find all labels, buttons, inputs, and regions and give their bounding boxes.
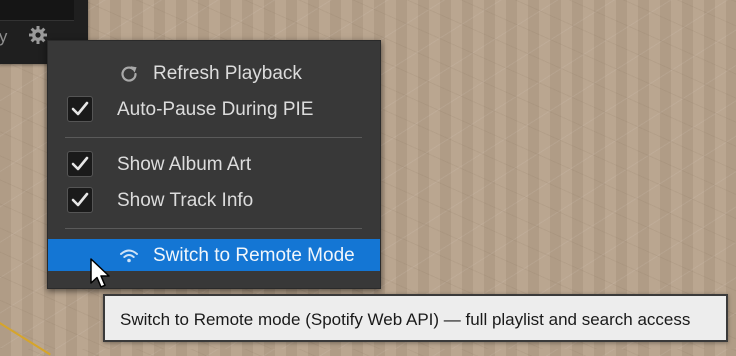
menu-item-label: Show Track Info <box>117 190 254 211</box>
menu-separator <box>65 228 362 229</box>
toolbar-label: ify <box>0 27 8 46</box>
tooltip-text: Switch to Remote mode (Spotify Web API) … <box>120 310 691 329</box>
wifi-icon <box>118 245 140 267</box>
settings-dropdown-menu: Refresh Playback Auto-Pause During PIE S… <box>47 40 381 289</box>
menu-separator <box>65 137 362 138</box>
menu-item-label: Switch to Remote Mode <box>153 245 355 266</box>
mouse-cursor-icon <box>90 258 112 290</box>
viewport-guide-line <box>0 322 51 356</box>
menu-item-show-album-art[interactable]: Show Album Art <box>48 148 380 180</box>
toolbar-strip <box>0 0 74 21</box>
menu-item-label: Refresh Playback <box>153 63 302 84</box>
menu-item-auto-pause-during-pie[interactable]: Auto-Pause During PIE <box>48 93 380 125</box>
checkbox-checked[interactable] <box>67 151 93 177</box>
menu-item-label: Auto-Pause During PIE <box>117 99 314 120</box>
checkbox-checked[interactable] <box>67 96 93 122</box>
refresh-icon <box>118 63 140 85</box>
gear-icon[interactable] <box>28 25 48 45</box>
checkbox-checked[interactable] <box>67 187 93 213</box>
tooltip: Switch to Remote mode (Spotify Web API) … <box>103 294 728 342</box>
menu-item-refresh-playback[interactable]: Refresh Playback <box>48 57 380 89</box>
menu-item-show-track-info[interactable]: Show Track Info <box>48 184 380 216</box>
menu-item-label: Show Album Art <box>117 154 252 175</box>
